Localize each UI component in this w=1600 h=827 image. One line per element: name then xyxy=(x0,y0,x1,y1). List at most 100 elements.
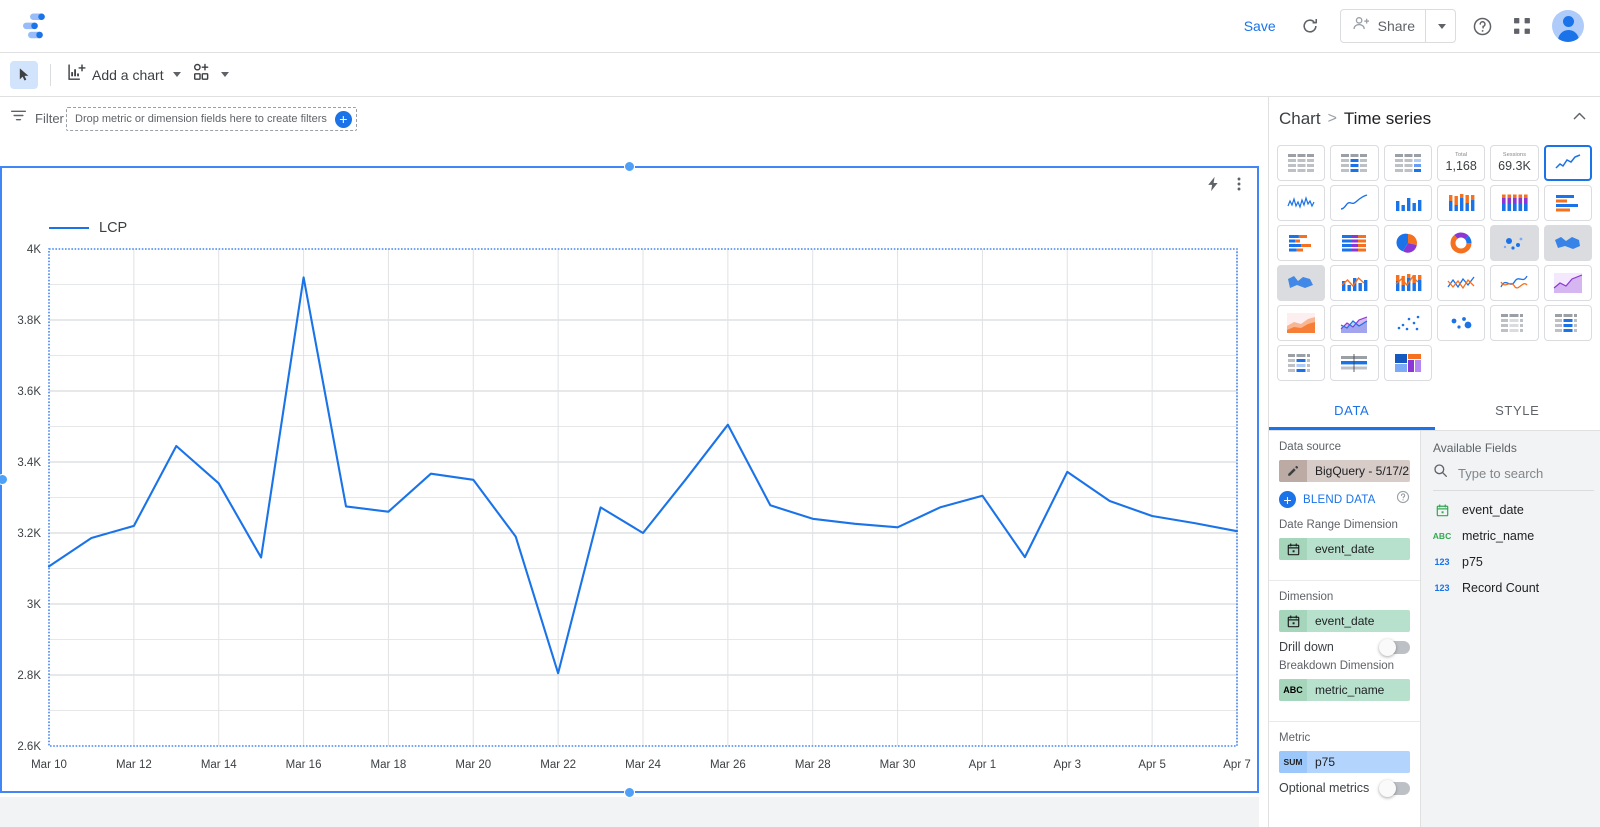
chart-type-scatter[interactable] xyxy=(1383,305,1432,341)
chart-type-scorecard[interactable]: Total 1,168 xyxy=(1436,145,1486,181)
chart-type-treemap[interactable] xyxy=(1383,345,1432,381)
drill-down-toggle[interactable] xyxy=(1379,638,1410,656)
resize-handle-bottom[interactable] xyxy=(624,787,635,798)
panel-body: Data source BigQuery - 5/17/2... + BLEND xyxy=(1269,431,1600,827)
field-label: metric_name xyxy=(1462,529,1535,543)
chart-type-combo-chart[interactable] xyxy=(1330,265,1379,301)
chart-type-table-with-bars[interactable] xyxy=(1330,145,1379,181)
chart-type-stacked-column[interactable] xyxy=(1436,185,1486,221)
resize-handle-top[interactable] xyxy=(624,161,635,172)
chart-type-pivot-table-bars[interactable] xyxy=(1543,305,1592,341)
available-field-record-count[interactable]: 123 Record Count xyxy=(1433,581,1600,595)
chart-type-area[interactable] xyxy=(1543,265,1592,301)
plus-circle-icon[interactable]: + xyxy=(334,110,352,128)
panel-config-column: Data source BigQuery - 5/17/2... + BLEND xyxy=(1269,431,1421,827)
optional-metrics-toggle[interactable] xyxy=(1379,779,1410,797)
add-control-button[interactable] xyxy=(187,59,235,91)
dimension-value: event_date xyxy=(1315,614,1375,628)
pencil-icon[interactable] xyxy=(1279,460,1307,482)
chart-type-overlap-area[interactable] xyxy=(1330,305,1379,341)
dimension-chip[interactable]: event_date xyxy=(1279,610,1410,632)
abc-icon: ABC xyxy=(1432,531,1452,541)
chart-type-scorecard-compact[interactable]: Sessions 69.3K xyxy=(1490,145,1539,181)
chevron-up-icon[interactable] xyxy=(1571,108,1588,130)
top-bar-actions: Save Share xyxy=(1230,6,1600,46)
filter-group[interactable]: Filter xyxy=(0,107,64,129)
field-search-row[interactable]: Type to search xyxy=(1433,463,1594,491)
chevron-down-icon xyxy=(220,72,229,77)
chart-type-table-with-heatmap[interactable] xyxy=(1383,145,1432,181)
x-axis-tick-label: Apr 7 xyxy=(1223,759,1251,771)
field-label: p75 xyxy=(1462,555,1483,569)
chart-type-sparkline[interactable] xyxy=(1277,185,1326,221)
chart-type-bar[interactable] xyxy=(1543,185,1592,221)
chart-type-gantt[interactable] xyxy=(1330,345,1379,381)
tab-style[interactable]: STYLE xyxy=(1435,392,1600,430)
chart-type-stacked-area[interactable] xyxy=(1277,305,1326,341)
chart-type-pie[interactable] xyxy=(1383,225,1432,261)
calendar-icon xyxy=(1433,503,1451,517)
filter-label: Filter xyxy=(35,110,64,126)
cursor-arrow-icon[interactable] xyxy=(10,60,38,89)
help-circle-icon[interactable] xyxy=(1396,490,1410,509)
help-circle-icon[interactable] xyxy=(1462,6,1502,46)
metric-chip[interactable]: SUM p75 xyxy=(1279,751,1410,773)
blend-data-row[interactable]: + BLEND DATA xyxy=(1279,490,1410,509)
chart-type-100-stacked-column[interactable] xyxy=(1490,185,1539,221)
metric-section: Metric SUM p75 Optional metrics xyxy=(1269,722,1420,813)
add-chart-button[interactable]: Add a chart xyxy=(61,59,187,91)
report-canvas[interactable]: LCP 2.6K 2.8K 3K 3.2K 3.4K 3.6K 3.8K 4K Mar 10 Ma… xyxy=(0,166,1259,793)
chart-type-stacked-combo[interactable] xyxy=(1383,265,1432,301)
chart-type-time-series[interactable] xyxy=(1543,145,1592,181)
y-axis-tick-label: 3.4K xyxy=(17,457,41,469)
chart-type-bubble[interactable] xyxy=(1436,305,1486,341)
available-field-p75[interactable]: 123 p75 xyxy=(1433,555,1600,569)
y-axis-tick-label: 2.8K xyxy=(17,670,41,682)
chart-type-stacked-bar[interactable] xyxy=(1277,225,1326,261)
field-search-input[interactable]: Type to search xyxy=(1458,466,1543,481)
panel-breadcrumb-bar: Chart > Time series xyxy=(1269,97,1600,141)
y-axis-tick-label: 3.6K xyxy=(17,386,41,398)
save-button[interactable]: Save xyxy=(1230,12,1290,40)
chart-type-100-stacked-bar[interactable] xyxy=(1330,225,1379,261)
chart-type-smoothed-multi-line[interactable] xyxy=(1490,265,1539,301)
chart-type-bubble-map[interactable] xyxy=(1490,225,1539,261)
filter-dropzone[interactable]: Drop metric or dimension fields here to … xyxy=(66,107,357,131)
tab-data[interactable]: DATA xyxy=(1269,392,1435,430)
properties-panel: Chart > Time series Total 1,168 Sessions 69… xyxy=(1268,97,1600,827)
available-field-event-date[interactable]: event_date xyxy=(1433,503,1600,517)
chart-type-table[interactable] xyxy=(1277,145,1326,181)
available-fields-list: event_date ABC metric_name 123 p75 123 Record … xyxy=(1433,503,1600,595)
x-axis-tick-label: Mar 14 xyxy=(201,759,237,771)
chart-type-column[interactable] xyxy=(1383,185,1432,221)
chart-type-pivot-table[interactable] xyxy=(1490,305,1539,341)
person-add-icon xyxy=(1352,14,1371,38)
chart-type-donut[interactable] xyxy=(1436,225,1486,261)
share-dropdown-caret[interactable] xyxy=(1425,10,1455,42)
looker-studio-logo[interactable] xyxy=(18,9,52,43)
chart-type-multi-line[interactable] xyxy=(1436,265,1486,301)
share-label: Share xyxy=(1377,18,1415,34)
chart-type-geo-chart[interactable] xyxy=(1277,265,1326,301)
top-bar: Save Share xyxy=(0,0,1600,53)
chart-type-gallery[interactable]: Total 1,168 Sessions 69.3K xyxy=(1269,141,1600,387)
date-range-dimension-chip[interactable]: event_date xyxy=(1279,538,1410,560)
chart-type-smoothed-line[interactable] xyxy=(1330,185,1379,221)
plus-circle-icon[interactable]: + xyxy=(1279,491,1296,508)
toolbar-divider xyxy=(50,63,51,86)
breadcrumb-root[interactable]: Chart xyxy=(1279,109,1321,129)
refresh-icon[interactable] xyxy=(1290,6,1330,46)
chart-plot[interactable]: 2.6K 2.8K 3K 3.2K 3.4K 3.6K 3.8K 4K Mar 10 Mar 12… xyxy=(2,168,1261,795)
share-button[interactable]: Share xyxy=(1341,10,1425,42)
chart-type-filled-map[interactable] xyxy=(1543,225,1592,261)
available-field-metric-name[interactable]: ABC metric_name xyxy=(1433,529,1600,543)
user-avatar[interactable] xyxy=(1552,10,1584,42)
chart-type-pivot-table-heatmap[interactable] xyxy=(1277,345,1326,381)
breakdown-dimension-chip[interactable]: ABC metric_name xyxy=(1279,679,1410,701)
data-source-chip[interactable]: BigQuery - 5/17/2... xyxy=(1279,460,1410,482)
x-axis-tick-label: Mar 30 xyxy=(880,759,916,771)
share-button-group[interactable]: Share xyxy=(1339,9,1456,43)
add-chart-label: Add a chart xyxy=(92,66,164,83)
apps-grid-icon[interactable] xyxy=(1502,6,1542,46)
metric-label: Metric xyxy=(1279,732,1311,744)
